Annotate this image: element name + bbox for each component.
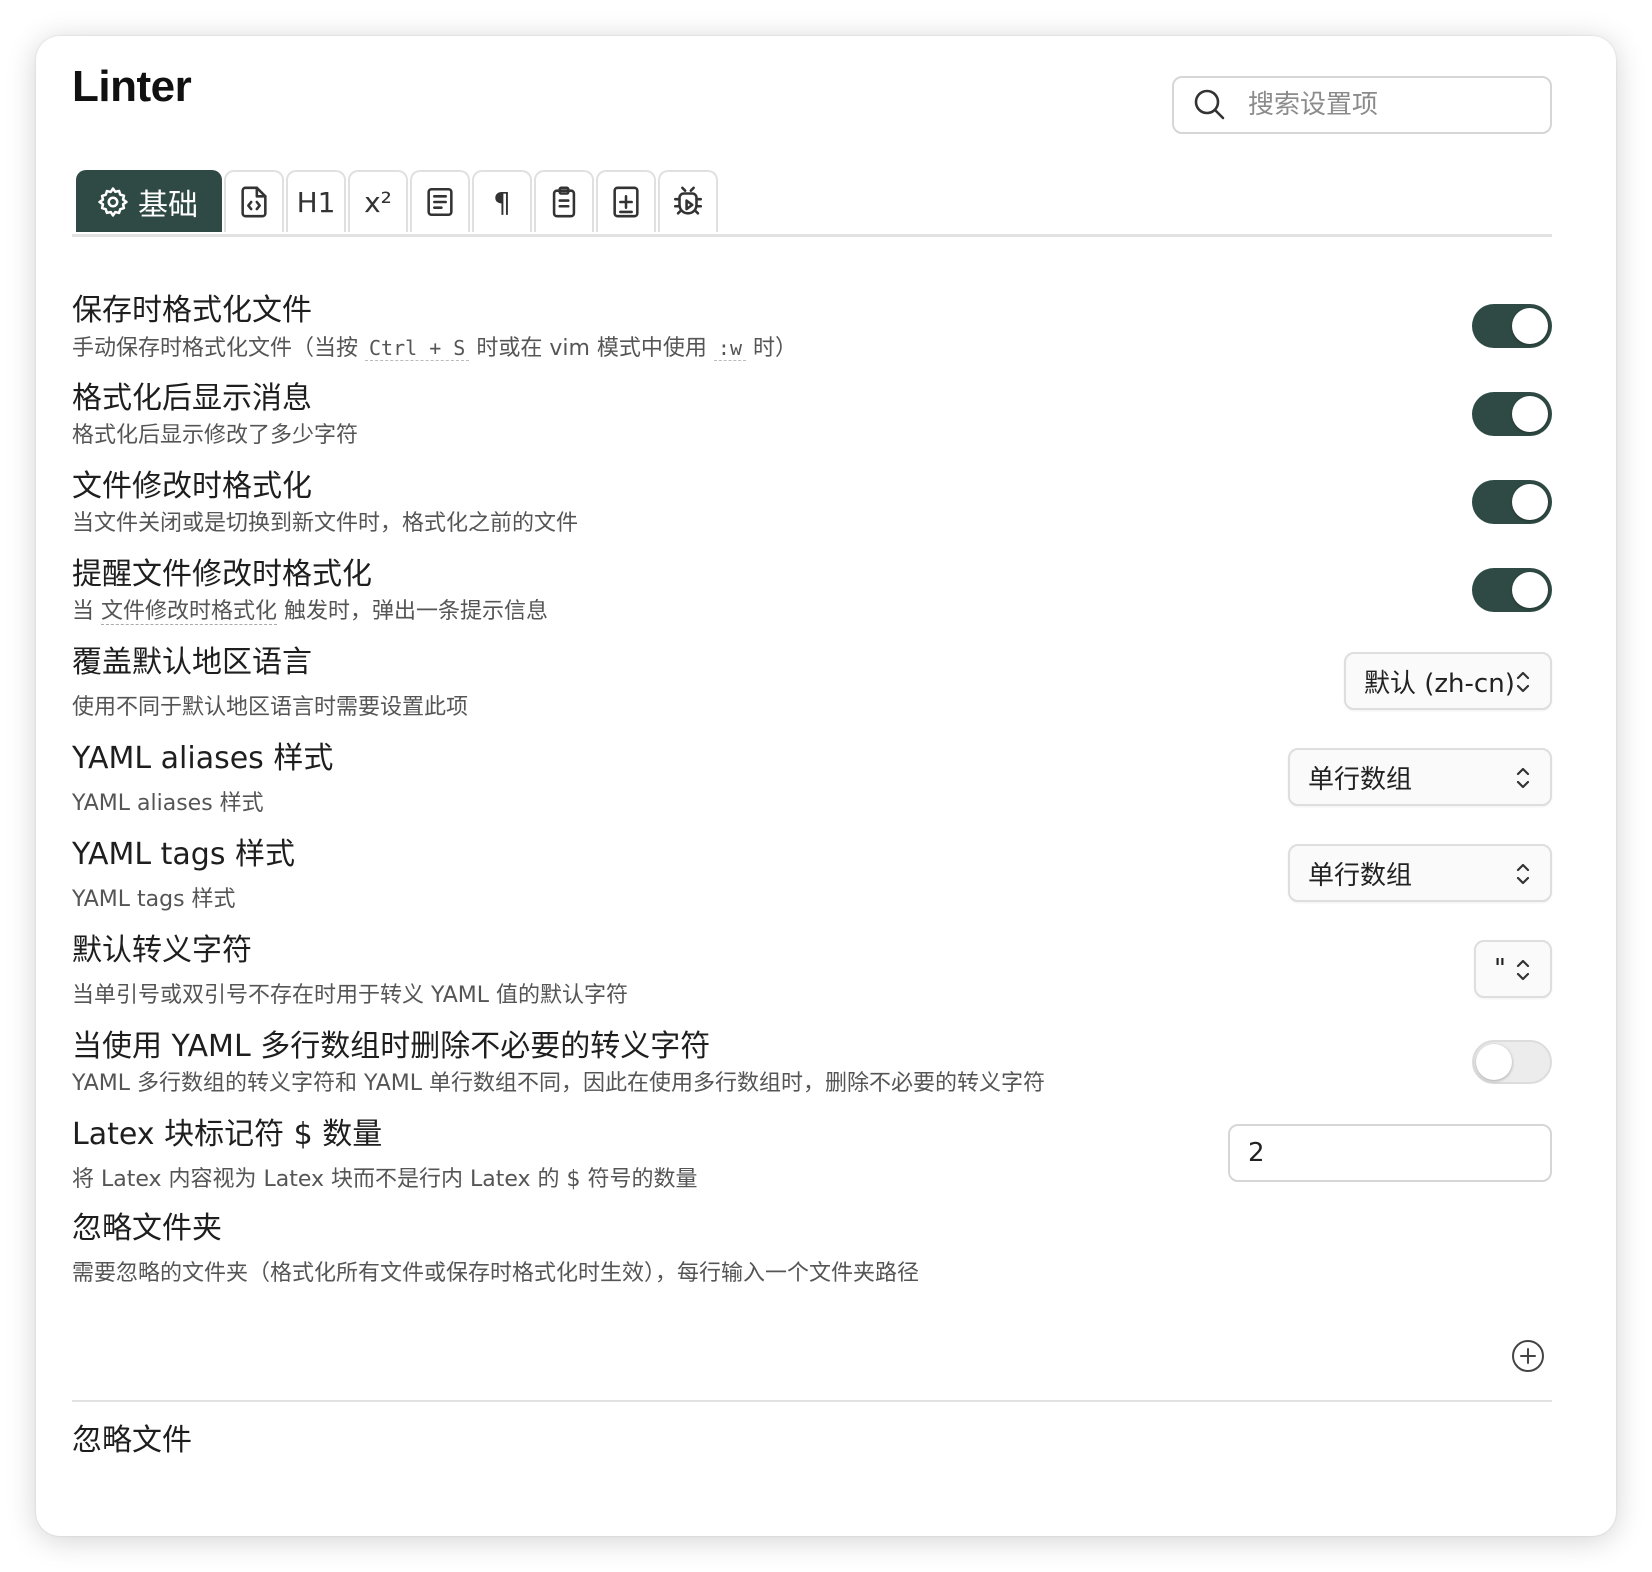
tab-basic-label: 基础 xyxy=(138,188,198,223)
yaml-aliases-select[interactable]: 单行数组 xyxy=(1288,748,1552,806)
setting-name: 覆盖默认地区语言 xyxy=(72,645,312,680)
setting-latex-dollars: Latex 块标记符 $ 数量 将 Latex 内容视为 Latex 块而不是行… xyxy=(72,1116,1552,1196)
tab-footnote[interactable]: x² xyxy=(348,170,408,232)
setting-desc: 当单引号或双引号不存在时用于转义 YAML 值的默认字符 xyxy=(72,983,629,1008)
setting-desc: YAML 多行数组的转义字符和 YAML 单行数组不同，因此在使用多行数组时，删… xyxy=(72,1071,1046,1096)
setting-name: 文件修改时格式化 xyxy=(72,469,312,504)
chevron-updown-icon xyxy=(1516,767,1530,789)
setting-desc: 当 文件修改时格式化 触发时，弹出一条提示信息 xyxy=(72,596,1552,628)
select-value: 单行数组 xyxy=(1308,764,1413,795)
setting-notify-on-change: 提醒文件修改时格式化 当 文件修改时格式化 触发时，弹出一条提示信息 xyxy=(72,556,1552,628)
tab-content[interactable] xyxy=(410,170,470,232)
locale-select[interactable]: 默认 (zh-cn) xyxy=(1344,652,1552,710)
tab-custom[interactable] xyxy=(596,170,656,232)
setting-name: 忽略文件 xyxy=(72,1423,192,1458)
desc-text: 手动保存时格式化文件（当按 xyxy=(72,336,359,361)
select-value: 默认 (zh-cn) xyxy=(1364,668,1515,699)
desc-text: 时） xyxy=(753,336,798,361)
select-value: 单行数组 xyxy=(1308,860,1413,891)
tab-bar: 基础 H1 x² ¶ xyxy=(72,170,1552,237)
chevron-updown-icon xyxy=(1516,671,1530,693)
notify-on-change-toggle[interactable] xyxy=(1472,568,1552,612)
desc-text: 触发时，弹出一条提示信息 xyxy=(284,599,549,624)
toggle-knob xyxy=(1512,396,1548,432)
setting-ignore-files: 忽略文件 xyxy=(72,1422,1552,1460)
desc-text: 时或在 vim 模式中使用 xyxy=(476,336,707,361)
text-block-icon xyxy=(427,187,453,217)
section-divider xyxy=(72,1400,1552,1402)
setting-yaml-tags: YAML tags 样式 YAML tags 样式 单行数组 xyxy=(72,836,1552,916)
page-title: Linter xyxy=(72,62,192,111)
escape-char-select[interactable]: " xyxy=(1474,940,1552,998)
pilcrow-icon: ¶ xyxy=(493,185,511,219)
code-snippet: Ctrl + S xyxy=(365,336,470,361)
setting-name: 提醒文件修改时格式化 xyxy=(72,557,372,592)
select-value: " xyxy=(1494,954,1506,984)
setting-remove-escape: 当使用 YAML 多行数组时删除不必要的转义字符 YAML 多行数组的转义字符和… xyxy=(72,1028,1552,1100)
toggle-knob xyxy=(1476,1044,1512,1080)
tab-paste[interactable] xyxy=(534,170,594,232)
setting-name: 默认转义字符 xyxy=(72,933,252,968)
tab-yaml[interactable] xyxy=(224,170,284,232)
setting-format-on-change: 文件修改时格式化 当文件关闭或是切换到新文件时，格式化之前的文件 xyxy=(72,468,1552,540)
setting-name: 保存时格式化文件 xyxy=(72,293,312,328)
chevron-updown-icon xyxy=(1516,959,1530,981)
chevron-updown-icon xyxy=(1516,863,1530,885)
setting-escape-char: 默认转义字符 当单引号或双引号不存在时用于转义 YAML 值的默认字符 " xyxy=(72,932,1552,1012)
setting-desc: 使用不同于默认地区语言时需要设置此项 xyxy=(72,695,469,720)
toggle-knob xyxy=(1512,308,1548,344)
bug-play-icon xyxy=(673,186,703,215)
search-input[interactable] xyxy=(1246,89,1530,121)
settings-panel: Linter 基础 H1 x² xyxy=(36,36,1616,1536)
heading-icon: H1 xyxy=(296,185,336,219)
desc-text: 当 xyxy=(72,599,95,624)
gear-icon xyxy=(98,187,128,217)
file-code-icon xyxy=(241,186,267,218)
superscript-icon: x² xyxy=(364,185,392,219)
search-icon xyxy=(1194,89,1225,120)
search-box[interactable] xyxy=(1172,76,1552,134)
tab-debug[interactable] xyxy=(658,170,718,232)
setting-name: 当使用 YAML 多行数组时删除不必要的转义字符 xyxy=(72,1029,711,1064)
remove-escape-toggle[interactable] xyxy=(1472,1040,1552,1084)
setting-show-message: 格式化后显示消息 格式化后显示修改了多少字符 xyxy=(72,380,1552,452)
yaml-tags-select[interactable]: 单行数组 xyxy=(1288,844,1552,902)
setting-reference: 文件修改时格式化 xyxy=(101,599,278,625)
setting-desc: 手动保存时格式化文件（当按 Ctrl + S 时或在 vim 模式中使用 :w … xyxy=(72,332,1552,365)
setting-desc: 当文件关闭或是切换到新文件时，格式化之前的文件 xyxy=(72,511,579,536)
format-on-save-toggle[interactable] xyxy=(1472,304,1552,348)
setting-locale: 覆盖默认地区语言 使用不同于默认地区语言时需要设置此项 默认 (zh-cn) xyxy=(72,644,1552,724)
tab-heading[interactable]: H1 xyxy=(286,170,346,232)
toggle-knob xyxy=(1512,484,1548,520)
setting-desc: 格式化后显示修改了多少字符 xyxy=(72,423,359,448)
setting-name: 忽略文件夹 xyxy=(72,1211,222,1246)
format-on-change-toggle[interactable] xyxy=(1472,480,1552,524)
setting-desc: 需要忽略的文件夹（格式化所有文件或保存时格式化时生效），每行输入一个文件夹路径 xyxy=(72,1261,920,1286)
tab-basic[interactable]: 基础 xyxy=(76,170,222,232)
add-folder-button[interactable] xyxy=(1510,1338,1546,1374)
latex-dollars-input[interactable]: 2 xyxy=(1228,1124,1552,1182)
setting-name: 格式化后显示消息 xyxy=(72,381,312,416)
clipboard-icon xyxy=(552,186,576,218)
show-message-toggle[interactable] xyxy=(1472,392,1552,436)
file-plus-icon xyxy=(613,186,639,218)
setting-ignore-folders: 忽略文件夹 需要忽略的文件夹（格式化所有文件或保存时格式化时生效），每行输入一个… xyxy=(72,1210,1552,1290)
toggle-knob xyxy=(1512,572,1548,608)
setting-yaml-aliases: YAML aliases 样式 YAML aliases 样式 单行数组 xyxy=(72,740,1552,820)
setting-format-on-save: 保存时格式化文件 手动保存时格式化文件（当按 Ctrl + S 时或在 vim … xyxy=(72,292,1552,365)
tab-spacing[interactable]: ¶ xyxy=(472,170,532,232)
input-value: 2 xyxy=(1248,1138,1265,1168)
code-snippet: :w xyxy=(713,336,746,361)
